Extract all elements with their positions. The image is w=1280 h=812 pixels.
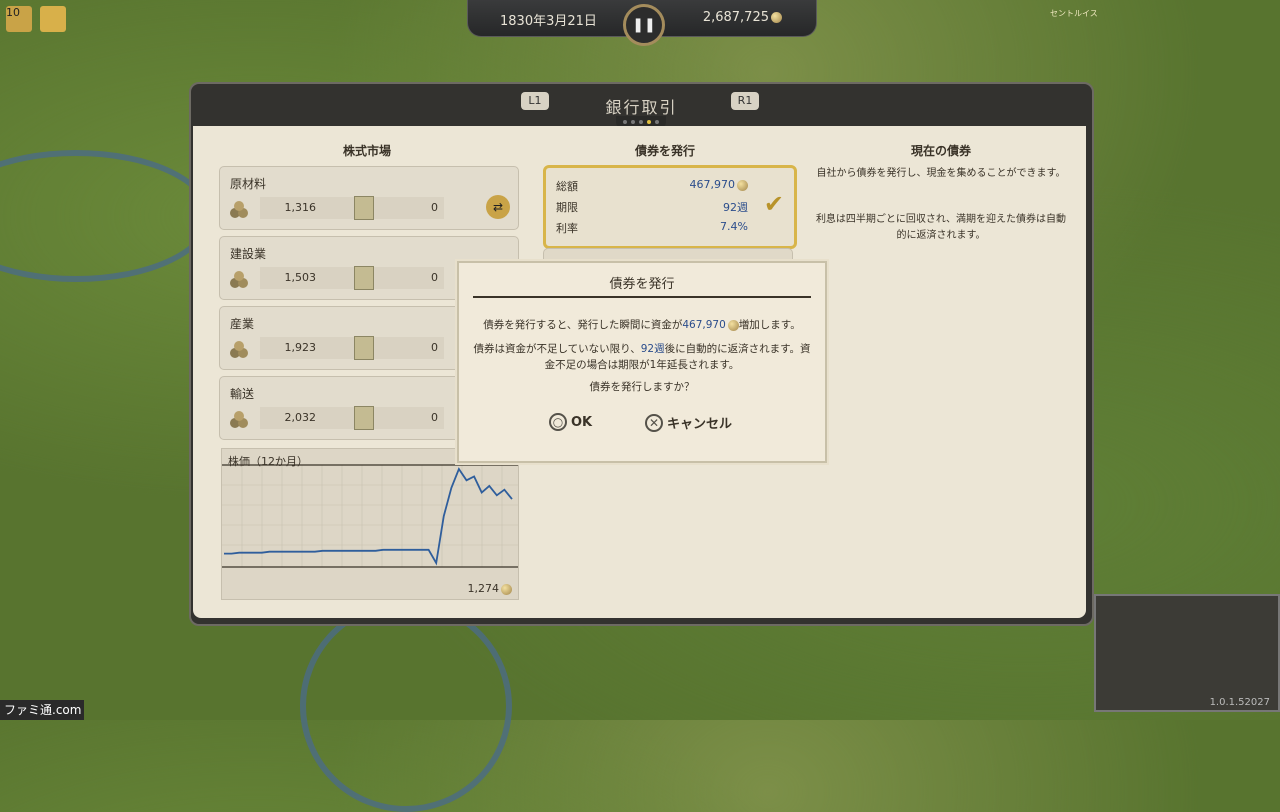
price-line (224, 467, 513, 566)
watermark: ファミ通.com (0, 700, 84, 720)
cancel-button[interactable]: ✕ キャンセル (645, 413, 732, 432)
amount-value: 467,970 (682, 319, 726, 331)
coin-icon (501, 583, 512, 595)
rate-label: 利率 (556, 222, 578, 235)
share-document-icon (354, 406, 374, 430)
coins-stack-icon (228, 269, 250, 289)
dialog-title: 債券を発行 (609, 277, 675, 292)
cancel-label: キャンセル (667, 417, 733, 432)
trade-icon[interactable]: ⇄ (486, 195, 510, 219)
current-bonds-title: 現在の債券 (911, 144, 972, 158)
money-display: 2,687,725 (703, 10, 782, 25)
coin-icon (727, 319, 739, 331)
dialog-question: 債券を発行しますか？ (589, 381, 695, 393)
stock-price-chart: 株価（12か月） 1,274 (221, 448, 519, 600)
money-value: 2,687,725 (702, 10, 769, 25)
ok-label: OK (571, 414, 593, 430)
current-bonds-text1: 自社から債券を発行し、現金を集めることができます。 (816, 168, 1066, 179)
bond-option-card[interactable]: 総額 467,970 期限 92週 利率 7.4% ✔ (543, 165, 797, 249)
next-tab-button[interactable]: R1 (731, 92, 759, 110)
coins-stack-icon (228, 339, 250, 359)
circle-button-icon: ○ (549, 413, 567, 431)
cross-button-icon: ✕ (645, 413, 663, 432)
current-bonds-text2: 利息は四半期ごとに回収され、満期を迎えた債券は自動的に返済されます。 (815, 214, 1067, 241)
map-river (0, 150, 212, 282)
pause-icon: ❚❚ (632, 17, 656, 33)
term-value: 92週 (723, 201, 748, 214)
coins-stack-icon (228, 409, 250, 429)
stock-name: 輸送 (230, 387, 255, 401)
panel-header: L1 銀行取引 R1 (191, 84, 1092, 128)
divider (473, 296, 811, 298)
checkmark-icon: ✔ (763, 190, 784, 218)
issue-bonds-title: 債券を発行 (635, 144, 696, 158)
coins-stack-icon (228, 199, 250, 219)
chart-min-label: 1,274 (468, 582, 512, 595)
total-label: 総額 (556, 180, 578, 193)
city-label: セントルイス (1050, 9, 1098, 18)
stock-card[interactable]: 原材料 1,316 0 ⇄ (219, 166, 519, 230)
coin-icon (771, 12, 782, 23)
dialog-line1: 債券を発行すると、発行した瞬間に資金が467,970 増加します。 (483, 319, 801, 331)
owned-shares: 0 (380, 197, 444, 219)
dialog-line2: 債券は資金が不足していない限り、92週後に自動的に返済されます。資金不足の場合は… (473, 343, 811, 371)
stock-name: 原材料 (230, 177, 267, 191)
term-label: 期限 (556, 201, 578, 214)
rate-value: 7.4% (720, 220, 748, 233)
level-value: 10 (6, 6, 20, 19)
share-document-icon (354, 336, 374, 360)
stock-name: 産業 (230, 317, 255, 331)
stock-name: 建設業 (230, 247, 267, 261)
share-document-icon (354, 266, 374, 290)
weeks-value: 92週 (640, 343, 665, 355)
map-river (300, 600, 512, 812)
level-icon[interactable]: 10 (6, 6, 32, 32)
owned-shares: 0 (380, 267, 444, 289)
owned-shares: 0 (380, 407, 444, 429)
pause-button[interactable]: ❚❚ (623, 4, 665, 46)
game-date: 1830年3月21日 (500, 14, 597, 29)
panel-title: 銀行取引 (605, 98, 678, 117)
people-icon[interactable] (40, 6, 66, 32)
minimap[interactable]: 1.0.1.52027 (1094, 594, 1280, 712)
chart-plot (222, 464, 518, 568)
version-label: 1.0.1.52027 (1209, 697, 1270, 708)
ok-button[interactable]: ○ OK (549, 413, 592, 431)
confirm-dialog: 債券を発行 債券を発行すると、発行した瞬間に資金が467,970 増加します。 債… (457, 261, 827, 463)
top-status-bar: 1830年3月21日 ❚❚ 2,687,725 (467, 0, 817, 46)
coin-icon (737, 179, 748, 191)
stock-market-title: 株式市場 (343, 144, 392, 158)
owned-shares: 0 (380, 337, 444, 359)
total-value: 467,970 (690, 178, 748, 191)
share-document-icon (354, 196, 374, 220)
